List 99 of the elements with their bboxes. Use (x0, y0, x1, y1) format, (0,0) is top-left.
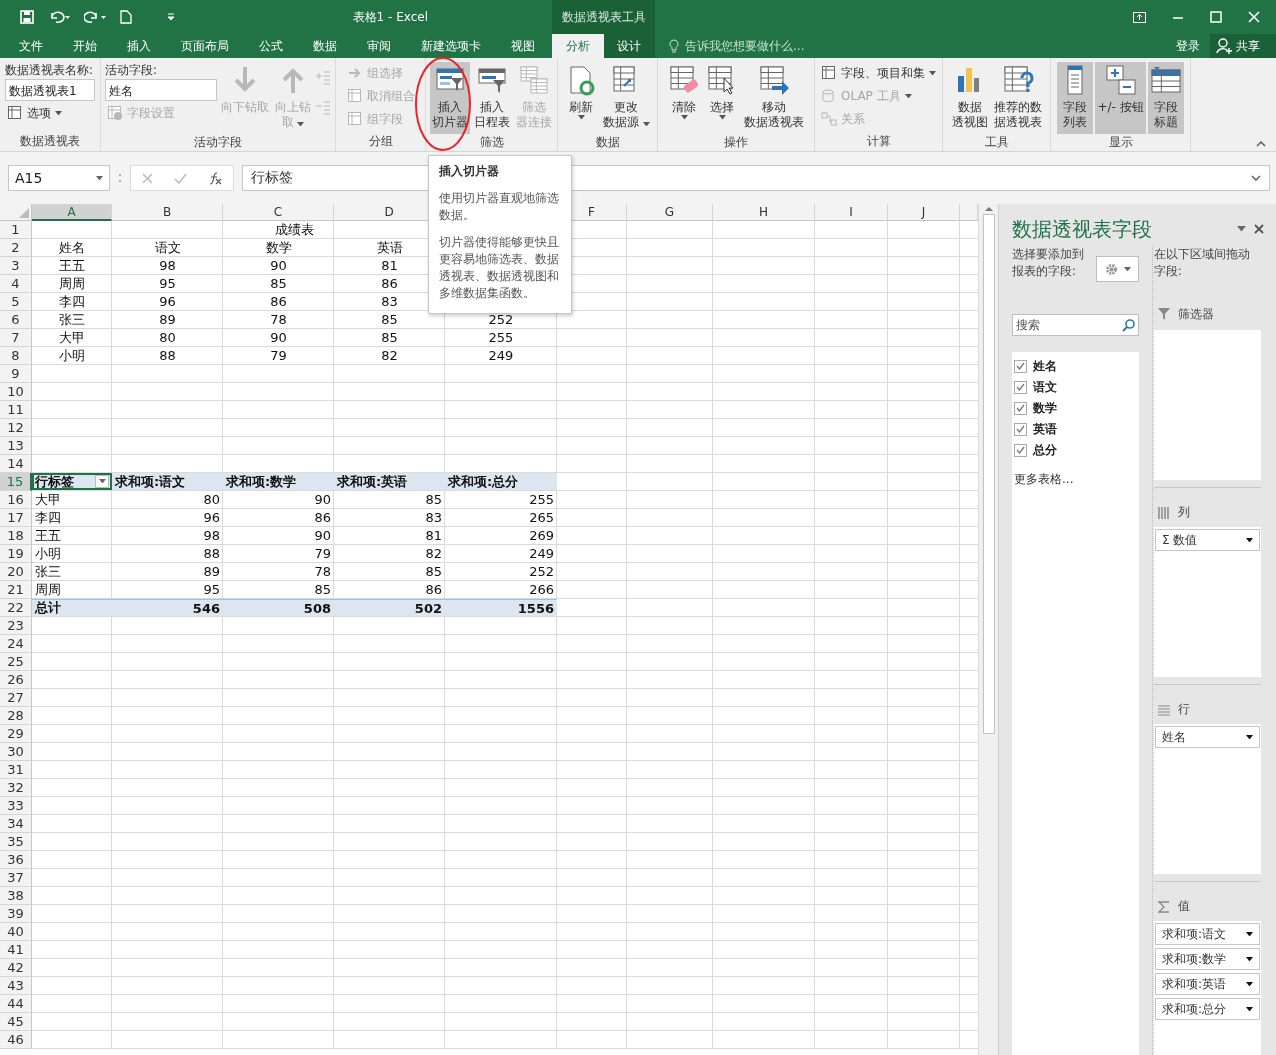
tooltip-text: 切片器使得能够更快且更容易地筛选表、数据透视表、数据透视图和多维数据集函数。 (439, 234, 560, 302)
table-cell-text: 79 (269, 347, 288, 364)
table-cell-text: 王五 (58, 257, 86, 274)
table-cell-text: 252 (487, 311, 515, 328)
table-cell-text: 80 (158, 329, 177, 346)
table-cell-text: 小明 (34, 545, 62, 562)
table-cell-text: 249 (487, 347, 515, 364)
table-cell-text: 266 (528, 581, 555, 598)
table-cell-text: 96 (202, 509, 221, 526)
table-cell-text: 数学 (264, 239, 293, 256)
table-cell-text: 82 (380, 347, 399, 364)
table-cell-text: 姓名 (58, 239, 86, 256)
table-cell-text: 语文 (153, 239, 182, 256)
context-tab-label: 数据透视表工具 (552, 0, 655, 34)
group-label: 显示 (1108, 134, 1133, 151)
table-header-cell: 求和项:总分 (445, 473, 557, 490)
table-cell-text: 小明 (58, 347, 86, 364)
group-label: 计算 (866, 133, 891, 150)
group-label: 工具 (984, 134, 1009, 151)
area-label: 行 (1178, 701, 1190, 718)
table-cell-text: 90 (313, 527, 332, 544)
table-header-cell: 求和项:英语 (334, 473, 445, 490)
table-header-cell: 求和项:语文 (112, 473, 223, 490)
table-header-cell: 求和项:数学 (223, 473, 334, 490)
table-cell-text: 90 (269, 329, 288, 346)
table-cell-text: 85 (380, 311, 399, 328)
table-cell-text: 255 (487, 329, 515, 346)
field-label: 活动字段: (105, 62, 159, 78)
table-cell-text: 255 (528, 491, 555, 508)
tooltip-title: 插入切片器 (439, 163, 500, 180)
table-cell-text: 86 (269, 293, 288, 310)
table-cell-text: 85 (424, 491, 443, 508)
table-cell-text: 81 (424, 527, 443, 544)
table-cell-text: 98 (158, 257, 177, 274)
table-cell-text: 89 (202, 563, 221, 580)
field-label: 语文 (1033, 378, 1057, 396)
table-cell-text: 265 (528, 509, 555, 526)
table-cell-text: 85 (313, 581, 332, 598)
table-cell-text: 88 (158, 347, 177, 364)
group-label: 筛选 (479, 134, 504, 151)
table-cell-text: 大甲 (58, 329, 86, 346)
table-cell-text: 80 (202, 491, 221, 508)
instruction-text: 选择要添加到报表的字段: (1012, 246, 1084, 280)
table-cell-text: 79 (313, 545, 332, 562)
group-label: 操作 (724, 134, 748, 151)
table-cell-text: 81 (380, 257, 399, 274)
total-cell: 502 (334, 599, 445, 616)
table-cell-text: 张三 (58, 311, 86, 328)
table-cell-text: 95 (158, 275, 177, 292)
field-label: 姓名 (1033, 357, 1057, 375)
table-cell-text: 78 (269, 311, 288, 328)
table-cell-text: 96 (158, 293, 177, 310)
total-cell: 508 (223, 599, 334, 616)
table-cell-text: 252 (528, 563, 555, 580)
group-label: 活动字段 (194, 134, 242, 151)
table-title: 成绩表 (274, 221, 315, 238)
table-cell-text: 98 (202, 527, 221, 544)
table-cell-text: 90 (313, 491, 332, 508)
table-cell-text: 86 (424, 581, 443, 598)
field-label: 总分 (1033, 441, 1057, 459)
field-label: 英语 (1033, 420, 1057, 438)
total-cell: 1556 (445, 599, 557, 616)
table-cell-text: 82 (424, 545, 443, 562)
table-cell-text: 张三 (34, 563, 62, 580)
table-cell-text: 85 (424, 563, 443, 580)
table-cell-text: 83 (380, 293, 399, 310)
table-cell-text: 78 (313, 563, 332, 580)
group-label: 数据 (595, 134, 620, 151)
table-cell-text: 王五 (34, 527, 62, 544)
area-label: 筛选器 (1178, 305, 1214, 323)
window-title: 表格1 - Excel (352, 8, 428, 26)
table-cell-text: 269 (528, 527, 555, 544)
instruction-text: 在以下区域间拖动字段: (1154, 246, 1251, 280)
table-cell-text: 83 (424, 509, 443, 526)
table-cell-text: 周周 (58, 275, 86, 292)
field-label: 数学 (1033, 399, 1057, 417)
table-cell-text: 大甲 (34, 491, 62, 508)
table-cell-text: 85 (269, 275, 288, 292)
table-cell-text: 周周 (34, 581, 62, 598)
table-cell-text: 95 (202, 581, 221, 598)
group-label: 分组 (368, 133, 393, 150)
table-cell-text: 李四 (34, 509, 62, 526)
group-label: 数据透视表 (20, 133, 80, 150)
table-cell-text: 英语 (375, 239, 404, 256)
table-header-cell: 行标签 (35, 472, 74, 491)
table-cell-text: 90 (269, 257, 288, 274)
field-label: 数据透视表名称: (5, 62, 95, 78)
table-cell-text: 85 (380, 329, 399, 346)
total-cell: 总计 (32, 599, 112, 616)
table-cell-text: 249 (528, 545, 555, 562)
total-cell: 546 (112, 599, 223, 616)
pane-title: 数据透视表字段 (1012, 215, 1152, 243)
area-label: 列 (1178, 504, 1190, 521)
table-cell-text: 86 (313, 509, 332, 526)
table-cell-text: 李四 (58, 293, 86, 310)
area-label: 值 (1178, 898, 1190, 915)
table-cell-text: 89 (158, 311, 177, 328)
table-cell-text: 88 (202, 545, 221, 562)
table-cell-text: 86 (380, 275, 399, 292)
